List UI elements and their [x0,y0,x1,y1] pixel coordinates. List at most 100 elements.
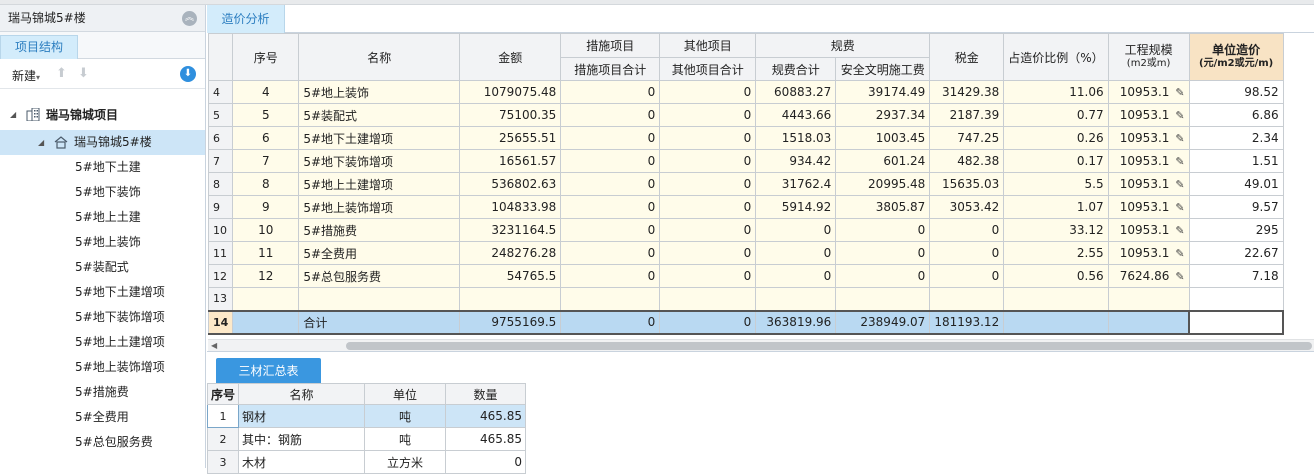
cell-measures[interactable] [560,287,661,311]
cell-safety[interactable]: 0 [835,218,931,242]
cell-amount[interactable]: 75100.35 [459,103,562,127]
collapse-icon[interactable]: ︽ [182,11,197,26]
cell-seq[interactable]: 5 [232,103,300,127]
cell-ratio[interactable]: 0.77 [1003,103,1109,127]
cell-tax[interactable]: 0 [929,218,1005,242]
expand-caret-icon[interactable]: ◢ [38,130,44,155]
cell-safety[interactable]: 3805.87 [835,195,931,219]
cell-amount[interactable]: 16561.57 [459,149,562,173]
cell-other[interactable]: 0 [659,103,757,127]
cell-safety[interactable]: 601.24 [835,149,931,173]
cell-qty[interactable]: 465.85 [445,404,527,428]
cell-unit-price[interactable]: 22.67 [1188,241,1284,265]
cell-measures[interactable]: 0 [560,264,661,288]
cell-ratio[interactable] [1003,287,1109,311]
cell-unit-price[interactable]: 9.57 [1188,195,1284,219]
cell-measures[interactable]: 0 [560,172,661,196]
horizontal-scrollbar[interactable]: ◀ [208,339,1314,351]
table-row[interactable]: 3 木材 立方米 0 [206,450,527,474]
table-row[interactable]: 12 12 5#总包服务费 54765.5 0 0 0 0 0 0.56 762… [208,264,1284,288]
cell-name[interactable]: 5#地上装饰 [298,80,461,104]
cell-name[interactable]: 钢材 [238,404,366,428]
cell-fees[interactable]: 1518.03 [755,126,837,150]
cell-scale[interactable]: 10953.1 ✎ [1107,241,1190,265]
cell-amount[interactable] [459,287,562,311]
cell-tax[interactable]: 31429.38 [929,80,1005,104]
tab-cost-analysis[interactable]: 造价分析 [207,5,285,33]
cell-scale[interactable]: 10953.1 ✎ [1107,172,1190,196]
cell-scale[interactable]: 10953.1 ✎ [1107,126,1190,150]
cell-measures[interactable]: 0 [560,126,661,150]
cell-other[interactable]: 0 [659,80,757,104]
cell-seq[interactable]: 9 [232,195,300,219]
cell-amount[interactable]: 9755169.5 [459,309,562,335]
move-up-icon[interactable]: ⬆ [56,66,67,81]
cell-amount[interactable]: 104833.98 [459,195,562,219]
cell-fees[interactable]: 934.42 [755,149,837,173]
pencil-icon[interactable]: ✎ [1175,201,1184,214]
cell-name[interactable]: 5#装配式 [298,103,461,127]
table-row-empty[interactable]: 13 [208,287,1284,311]
expand-caret-icon[interactable]: ◢ [10,100,16,130]
cell-unit[interactable]: 吨 [364,427,447,451]
cell-amount[interactable]: 25655.51 [459,126,562,150]
new-button[interactable]: 新建▾ [12,67,40,84]
cell-amount[interactable]: 536802.63 [459,172,562,196]
tab-project-structure[interactable]: 项目结构 [0,35,78,59]
cell-fees[interactable]: 0 [755,218,837,242]
cell-ratio[interactable] [1003,309,1109,335]
pencil-icon[interactable]: ✎ [1175,224,1184,237]
cell-amount[interactable]: 248276.28 [459,241,562,265]
cell-other[interactable]: 0 [659,149,757,173]
cell-scale[interactable]: 10953.1 ✎ [1107,149,1190,173]
cell-measures[interactable]: 0 [560,149,661,173]
cell-ratio[interactable]: 2.55 [1003,241,1109,265]
cell-fees[interactable]: 0 [755,241,837,265]
cell-unit-price[interactable]: 49.01 [1188,172,1284,196]
pencil-icon[interactable]: ✎ [1175,155,1184,168]
table-row[interactable]: 5 5 5#装配式 75100.35 0 0 4443.66 2937.34 2… [208,103,1284,127]
cell-tax[interactable]: 181193.12 [929,309,1005,335]
cell-unit-price[interactable]: 7.18 [1188,264,1284,288]
cell-name[interactable]: 5#地上土建增项 [298,172,461,196]
cell-ratio[interactable]: 11.06 [1003,80,1109,104]
pencil-icon[interactable]: ✎ [1175,109,1184,122]
move-down-icon[interactable]: ⬇ [78,66,89,81]
cell-measures[interactable]: 0 [560,195,661,219]
cell-name[interactable]: 5#全费用 [298,241,461,265]
cell-scale[interactable]: 7624.86 ✎ [1107,264,1190,288]
cell-fees[interactable]: 5914.92 [755,195,837,219]
cell-fees[interactable]: 0 [755,264,837,288]
cell-name[interactable]: 合计 [298,309,461,335]
table-row[interactable]: 2 其中：钢筋 吨 465.85 [206,427,527,451]
cell-measures[interactable]: 0 [560,218,661,242]
table-row[interactable]: 10 10 5#措施费 3231164.5 0 0 0 0 0 33.12 10… [208,218,1284,242]
tree-item[interactable]: 5#地下装饰增项 [0,305,205,330]
cell-other[interactable]: 0 [659,264,757,288]
cell-unit-price[interactable] [1188,287,1284,311]
cell-name[interactable]: 5#地上装饰增项 [298,195,461,219]
cell-name[interactable]: 5#总包服务费 [298,264,461,288]
table-row[interactable]: 8 8 5#地上土建增项 536802.63 0 0 31762.4 20995… [208,172,1284,196]
table-row[interactable]: 9 9 5#地上装饰增项 104833.98 0 0 5914.92 3805.… [208,195,1284,219]
cell-seq[interactable]: 12 [232,264,300,288]
download-icon[interactable]: ⬇ [180,66,196,82]
cell-scale[interactable]: 10953.1 ✎ [1107,218,1190,242]
cell-amount[interactable]: 54765.5 [459,264,562,288]
cell-safety[interactable] [835,287,931,311]
tree-item[interactable]: 5#装配式 [0,255,205,280]
cell-amount[interactable]: 1079075.48 [459,80,562,104]
cell-safety[interactable]: 0 [835,264,931,288]
cell-amount[interactable]: 3231164.5 [459,218,562,242]
cell-seq[interactable]: 4 [232,80,300,104]
cell-ratio[interactable]: 0.17 [1003,149,1109,173]
total-row[interactable]: 14 合计 9755169.5 0 0 363819.96 238949.07 … [208,309,1285,335]
cell-safety[interactable]: 0 [835,241,931,265]
cell-other[interactable]: 0 [659,241,757,265]
cell-fees[interactable]: 31762.4 [755,172,837,196]
cell-scale[interactable]: 10953.1 ✎ [1107,80,1190,104]
pencil-icon[interactable]: ✎ [1175,247,1184,260]
cell-tax[interactable]: 15635.03 [929,172,1005,196]
tree-item[interactable]: 5#地下土建增项 [0,280,205,305]
cell-unit-price[interactable]: 295 [1188,218,1284,242]
